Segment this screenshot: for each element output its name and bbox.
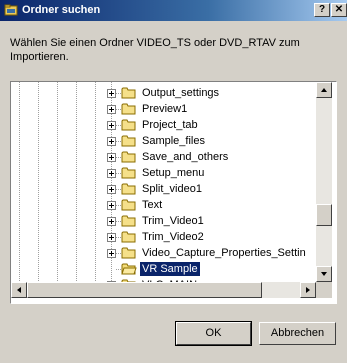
expand-plus-icon[interactable]	[107, 153, 116, 162]
tree-item-label: Sample_files	[142, 135, 205, 147]
browse-folder-dialog: Ordner suchen ? ✕ Wählen Sie einen Ordne…	[0, 0, 347, 363]
tree-item[interactable]: Output_settings	[11, 85, 316, 101]
instruction-text: Wählen Sie einen Ordner VIDEO_TS oder DV…	[10, 37, 300, 63]
expand-plus-icon[interactable]	[107, 121, 116, 130]
tree-item-label: VR Sample	[139, 261, 201, 277]
title-bar[interactable]: Ordner suchen ? ✕	[0, 0, 347, 21]
expand-plus-icon[interactable]	[107, 137, 116, 146]
expand-plus-icon[interactable]	[107, 233, 116, 242]
tree-item-label: Setup_menu	[142, 167, 205, 179]
folder-tree-viewport[interactable]: Output_settings Preview1 Project_tab Sample…	[11, 82, 316, 282]
scrollbar-corner	[316, 282, 332, 298]
vertical-scroll-thumb[interactable]	[316, 204, 332, 226]
tree-item-label: Text	[142, 199, 163, 211]
folder-icon	[121, 119, 136, 131]
horizontal-scroll-thumb[interactable]	[27, 282, 262, 298]
folder-icon	[121, 231, 136, 243]
tree-item[interactable]: Video_Capture_Properties_Settin	[11, 245, 316, 261]
open-folder-icon	[121, 263, 137, 275]
expand-plus-icon[interactable]	[107, 185, 116, 194]
tree-item[interactable]: Text	[11, 197, 316, 213]
folder-icon	[121, 199, 136, 211]
tree-item[interactable]: Trim_Video1	[11, 213, 316, 229]
close-button[interactable]: ✕	[331, 3, 347, 17]
tree-item[interactable]: Preview1	[11, 101, 316, 117]
folder-icon	[121, 87, 136, 99]
scroll-right-button[interactable]	[300, 282, 316, 298]
folder-icon	[121, 247, 136, 259]
tree-item-label: Save_and_others	[142, 151, 229, 163]
tree-item-label: Trim_Video1	[142, 215, 204, 227]
arrow-down-icon	[321, 272, 327, 276]
tree-item-label: Video_Capture_Properties_Settin	[142, 247, 306, 259]
tree-item[interactable]: Split_video1	[11, 181, 316, 197]
tree-item[interactable]: Sample_files	[11, 133, 316, 149]
folder-icon	[121, 183, 136, 195]
expand-plus-icon[interactable]	[107, 105, 116, 114]
folder-tree[interactable]: Output_settings Preview1 Project_tab Sample…	[10, 81, 337, 304]
tree-item[interactable]: Save_and_others	[11, 149, 316, 165]
ok-button[interactable]: OK	[175, 321, 252, 346]
folder-icon	[121, 135, 136, 147]
expand-plus-icon[interactable]	[107, 201, 116, 210]
window-title: Ordner suchen	[22, 4, 101, 16]
folder-icon	[121, 215, 136, 227]
tree-item[interactable]: Setup_menu	[11, 165, 316, 181]
tree-item[interactable]: Trim_Video2	[11, 229, 316, 245]
tree-item-label: Split_video1	[142, 183, 202, 195]
arrow-right-icon	[306, 287, 310, 293]
help-button[interactable]: ?	[314, 3, 330, 17]
tree-item-label: Preview1	[142, 103, 188, 115]
folder-icon	[121, 167, 136, 179]
tree-item-label: Output_settings	[142, 87, 220, 99]
tree-item[interactable]: Project_tab	[11, 117, 316, 133]
horizontal-scrollbar[interactable]	[11, 282, 316, 298]
scroll-up-button[interactable]	[316, 82, 332, 98]
folder-icon	[121, 103, 136, 115]
arrow-up-icon	[321, 88, 327, 92]
cancel-button[interactable]: Abbrechen	[259, 322, 336, 345]
scroll-down-button[interactable]	[316, 266, 332, 282]
expand-plus-icon[interactable]	[107, 217, 116, 226]
folder-app-icon	[4, 4, 18, 16]
expand-plus-icon[interactable]	[107, 249, 116, 258]
tree-item-label: Trim_Video2	[142, 231, 204, 243]
expand-plus-icon[interactable]	[107, 169, 116, 178]
scroll-left-button[interactable]	[11, 282, 27, 298]
tree-item[interactable]: VR Sample	[11, 261, 316, 277]
folder-icon	[121, 151, 136, 163]
expand-plus-icon[interactable]	[107, 89, 116, 98]
arrow-left-icon	[17, 287, 21, 293]
vertical-scrollbar[interactable]	[316, 82, 332, 282]
tree-item-label: Project_tab	[142, 119, 198, 131]
